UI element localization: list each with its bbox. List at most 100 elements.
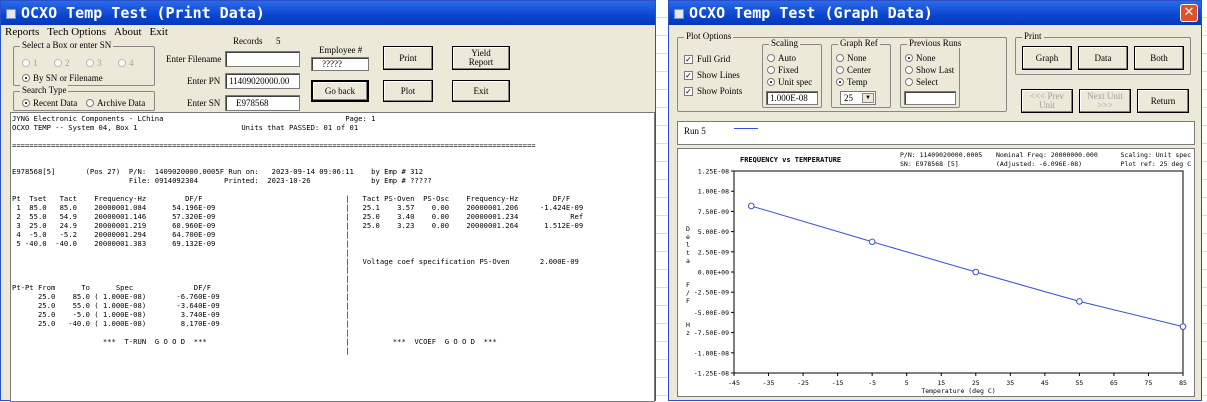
x-tick-label: 45 xyxy=(1041,379,1049,387)
print-data-window: OCXO Temp Test (Print Data) Reports Tech … xyxy=(0,0,656,402)
sn-input[interactable]: E978568 xyxy=(225,95,300,111)
y-tick-label: -1.25E-08 xyxy=(694,370,729,378)
y-axis-label-char: D xyxy=(686,225,690,233)
menu-about[interactable]: About xyxy=(110,25,146,40)
previous-none-radio[interactable]: None xyxy=(905,53,936,63)
graph-data-window: OCXO Temp Test (Graph Data) ✕ Plot Optio… xyxy=(668,0,1202,401)
chart-title: FREQUENCY vs TEMPERATURE xyxy=(740,156,841,164)
exit-button[interactable]: Exit xyxy=(452,80,510,102)
scaling-auto-radio[interactable]: Auto xyxy=(767,53,796,63)
app-icon xyxy=(6,9,16,19)
previous-select-radio[interactable]: Select xyxy=(905,77,938,87)
y-tick-label: 7.50E-09 xyxy=(698,208,729,216)
menu-tech-options[interactable]: Tech Options xyxy=(43,25,110,40)
previous-runs-group: Previous Runs None Show Last Select xyxy=(900,38,964,108)
print-group-label: Print xyxy=(1022,31,1044,41)
search-type-label: Search Type xyxy=(20,85,69,95)
x-axis-label: Temperature (deg C) xyxy=(921,387,995,395)
x-tick-label: 55 xyxy=(1075,379,1083,387)
full-grid-checkbox[interactable]: ✓ Full Grid xyxy=(684,54,730,64)
go-back-button[interactable]: Go back xyxy=(311,80,369,102)
x-tick-label: 15 xyxy=(937,379,945,387)
info-scaling: Scaling: Unit spec xyxy=(1121,151,1192,159)
show-lines-checkbox[interactable]: ✓ Show Lines xyxy=(684,70,740,80)
print-window-titlebar[interactable]: OCXO Temp Test (Print Data) xyxy=(1,1,655,25)
y-tick-label: 0.00E+00 xyxy=(698,269,729,277)
y-tick-label: -7.50E-09 xyxy=(694,329,729,337)
scaling-unit-spec-radio[interactable]: Unit spec xyxy=(767,77,812,87)
report-text-area[interactable]: JYNG Electronic Components - LChina Page… xyxy=(10,112,655,402)
graph-ref-temp-dropdown[interactable]: 25 ▼ xyxy=(840,91,876,105)
employee-label: Employee # xyxy=(319,45,363,55)
show-points-checkbox[interactable]: ✓ Show Points xyxy=(684,86,742,96)
return-button[interactable]: Return xyxy=(1137,89,1189,113)
employee-input[interactable]: ????? xyxy=(311,57,369,71)
info-adjusted: (Adjusted: -6.096E-08) xyxy=(996,160,1082,168)
yield-report-button[interactable]: Yield Report xyxy=(452,46,510,70)
y-axis-label-char: z xyxy=(686,329,690,337)
graph-ref-label: Graph Ref xyxy=(838,38,880,48)
box-3-radio[interactable]: 3 xyxy=(86,58,102,68)
y-tick-label: 1.00E-08 xyxy=(698,188,729,196)
by-sn-radio[interactable]: By SN or Filename xyxy=(22,73,103,83)
graph-window-titlebar[interactable]: OCXO Temp Test (Graph Data) ✕ xyxy=(669,1,1201,25)
box-4-radio[interactable]: 4 xyxy=(118,58,134,68)
y-tick-label: 2.50E-09 xyxy=(698,248,729,256)
chevron-down-icon[interactable]: ▼ xyxy=(862,93,874,103)
data-point xyxy=(1076,298,1083,305)
box-1-radio[interactable]: 1 xyxy=(22,58,38,68)
print-data-button[interactable]: Data xyxy=(1078,46,1128,70)
x-tick-label: 35 xyxy=(1006,379,1014,387)
menu-reports[interactable]: Reports xyxy=(1,25,43,40)
scaling-fixed-radio[interactable]: Fixed xyxy=(767,65,799,75)
next-unit-button[interactable]: Next Unit >>> xyxy=(1079,89,1131,113)
x-tick-label: -15 xyxy=(832,379,844,387)
graph-ref-temp-radio[interactable]: Temp xyxy=(836,77,867,87)
plot-options-group: Plot Options ✓ Full Grid ✓ Show Lines ✓ Sho… xyxy=(677,31,1007,112)
y-axis-label-char: F xyxy=(686,297,690,305)
legend-run-label: Run 5 xyxy=(684,126,706,136)
archive-data-radio[interactable]: Archive Data xyxy=(86,98,145,108)
prev-unit-button[interactable]: <<< Prev Unit xyxy=(1021,89,1073,113)
previous-runs-label: Previous Runs xyxy=(907,38,964,48)
box-2-radio[interactable]: 2 xyxy=(54,58,70,68)
graph-ref-none-radio[interactable]: None xyxy=(836,53,867,63)
y-axis-label-char: H xyxy=(686,321,690,329)
close-icon[interactable]: ✕ xyxy=(1180,4,1198,22)
search-type-group: Search Type Recent Data Archive Data xyxy=(13,85,155,111)
data-point xyxy=(747,202,755,210)
print-button[interactable]: Print xyxy=(383,46,433,70)
select-box-group-label: Select a Box or enter SN xyxy=(20,40,114,50)
x-tick-label: -25 xyxy=(797,379,809,387)
pn-input[interactable]: 11409020000.00 xyxy=(225,73,300,89)
y-axis-label-char: t xyxy=(686,249,690,257)
scaling-group: Scaling Auto Fixed Unit spec 1.000E-08 xyxy=(762,38,822,108)
x-tick-label: 75 xyxy=(1145,379,1153,387)
print-both-button[interactable]: Both xyxy=(1134,46,1184,70)
plot-button[interactable]: Plot xyxy=(383,80,433,102)
data-point xyxy=(1179,323,1187,330)
y-tick-label: -2.50E-09 xyxy=(694,289,729,297)
data-point xyxy=(868,238,876,246)
app-icon xyxy=(674,9,684,19)
y-axis-label-char: l xyxy=(686,241,690,249)
recent-data-radio[interactable]: Recent Data xyxy=(22,98,77,108)
select-box-group: Select a Box or enter SN 1 2 3 4 By SN o… xyxy=(13,40,155,86)
filename-label: Enter Filename xyxy=(166,54,222,64)
filename-input[interactable] xyxy=(225,51,300,67)
y-axis-label-char: e xyxy=(686,233,690,241)
print-graph-button[interactable]: Graph xyxy=(1022,46,1072,70)
graph-window-title: OCXO Temp Test (Graph Data) xyxy=(689,4,933,22)
previous-show-last-radio[interactable]: Show Last xyxy=(905,65,954,75)
print-window-title: OCXO Temp Test (Print Data) xyxy=(21,4,265,22)
menu-exit[interactable]: Exit xyxy=(146,25,172,40)
plot-frame xyxy=(733,170,1184,374)
graph-ref-center-radio[interactable]: Center xyxy=(836,65,871,75)
scaling-value-input[interactable]: 1.000E-08 xyxy=(766,91,818,105)
frequency-temperature-chart: 1.25E-08 1.00E-08 7.50E-09 5.00E-09 2.50E-09… xyxy=(686,151,1192,395)
y-tick-label: -5.00E-09 xyxy=(694,309,729,317)
previous-runs-input[interactable] xyxy=(904,91,956,105)
x-tick-label: -45 xyxy=(728,379,740,387)
x-tick-label: 65 xyxy=(1110,379,1118,387)
info-sn: SN: E978568 [5] xyxy=(900,160,959,168)
